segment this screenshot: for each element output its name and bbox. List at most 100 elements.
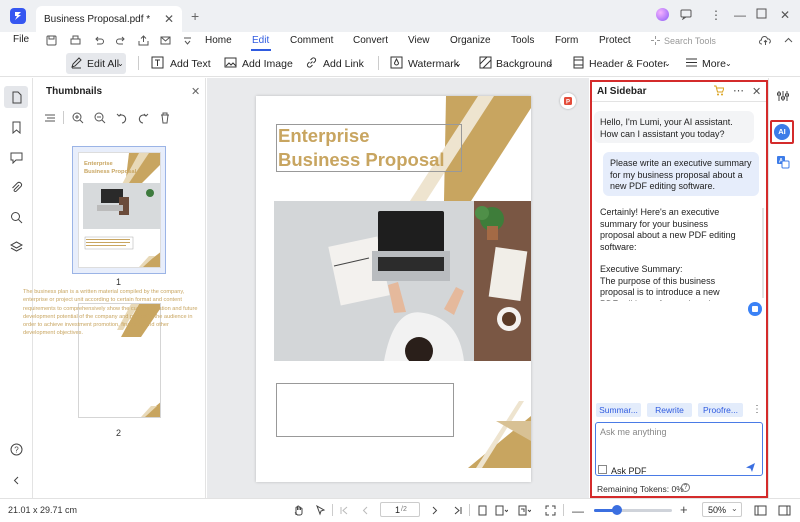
- single-page-view-icon[interactable]: [477, 505, 488, 516]
- ai-close-icon[interactable]: ✕: [752, 85, 761, 98]
- search-icon[interactable]: [10, 211, 23, 224]
- menu-view[interactable]: View: [408, 35, 430, 46]
- menu-file[interactable]: File: [13, 34, 29, 45]
- page-thumbnail-icon[interactable]: [10, 91, 23, 104]
- add-text-icon[interactable]: [151, 56, 164, 69]
- chips-more-icon[interactable]: ⋮: [752, 404, 762, 415]
- thumb-options-icon[interactable]: [44, 112, 56, 124]
- menu-home[interactable]: Home: [205, 35, 232, 46]
- fullscreen-icon[interactable]: [545, 505, 556, 516]
- add-link-button[interactable]: Add Link: [323, 58, 364, 70]
- zoom-out-status-icon[interactable]: —: [572, 504, 584, 518]
- tab-close-icon[interactable]: ✕: [164, 12, 174, 26]
- pdf-page[interactable]: Enterprise Business Proposal: [256, 96, 531, 482]
- add-text-button[interactable]: Add Text: [170, 58, 211, 70]
- maximize-icon[interactable]: [756, 8, 767, 19]
- zoom-slider-handle[interactable]: [612, 505, 622, 515]
- header-footer-chevron-icon[interactable]: ⌄: [664, 59, 671, 68]
- ai-more-icon[interactable]: ⋯: [733, 84, 744, 97]
- ask-pdf-label[interactable]: Ask PDF: [611, 466, 647, 476]
- translate-icon[interactable]: A: [776, 155, 790, 169]
- delete-page-icon[interactable]: [159, 112, 171, 124]
- doc-title-line2[interactable]: Business Proposal: [278, 149, 445, 171]
- avatar[interactable]: [656, 8, 669, 21]
- new-tab-icon[interactable]: +: [191, 8, 199, 24]
- document-tab[interactable]: Business Proposal.pdf * ✕: [36, 6, 182, 32]
- header-footer-button[interactable]: Header & Footer: [589, 58, 667, 70]
- background-button[interactable]: Background: [496, 58, 552, 70]
- doc-title-line1[interactable]: Enterprise: [278, 125, 370, 147]
- menu-organize[interactable]: Organize: [450, 35, 491, 46]
- redo-icon[interactable]: [116, 35, 127, 46]
- more-tools-icon[interactable]: [685, 56, 698, 69]
- layers-icon[interactable]: [10, 241, 23, 254]
- background-chevron-icon[interactable]: ⌄: [547, 59, 554, 68]
- undo-icon[interactable]: [93, 35, 104, 46]
- watermark-chevron-icon[interactable]: ⌄: [455, 59, 462, 68]
- next-page-icon[interactable]: [429, 505, 440, 516]
- zoom-chevron-icon[interactable]: ⌄: [731, 504, 738, 513]
- header-footer-icon[interactable]: [572, 56, 585, 69]
- add-link-icon[interactable]: [305, 56, 318, 69]
- ai-scroll-bottom-icon[interactable]: [748, 302, 762, 316]
- rotate-left-icon[interactable]: [116, 112, 128, 124]
- menu-edit[interactable]: Edit: [252, 35, 269, 46]
- zoom-in-icon[interactable]: [72, 112, 84, 124]
- ai-assistant-float-icon[interactable]: P: [560, 93, 576, 109]
- send-icon[interactable]: [745, 462, 756, 473]
- select-tool-icon[interactable]: [315, 505, 326, 516]
- message-icon[interactable]: [680, 8, 692, 20]
- close-window-icon[interactable]: ✕: [780, 8, 790, 22]
- tokens-help-icon[interactable]: ?: [681, 483, 690, 492]
- prev-page-icon[interactable]: [360, 505, 371, 516]
- attachment-icon[interactable]: [10, 181, 23, 194]
- mail-icon[interactable]: [160, 35, 171, 46]
- comment-icon[interactable]: [10, 151, 23, 164]
- hand-tool-icon[interactable]: [293, 505, 304, 516]
- bookmark-icon[interactable]: [10, 121, 23, 134]
- watermark-icon[interactable]: [390, 56, 403, 69]
- doc-paragraph[interactable]: The business plan is a written material …: [23, 288, 199, 338]
- edit-all-chevron-icon[interactable]: ⌄: [117, 59, 124, 68]
- ask-pdf-checkbox[interactable]: [598, 465, 607, 474]
- zoom-out-icon[interactable]: [94, 112, 106, 124]
- theme-toggle-icon[interactable]: [754, 505, 767, 516]
- cart-icon[interactable]: [713, 85, 724, 96]
- help-icon[interactable]: ?: [10, 443, 23, 456]
- more-button[interactable]: More: [702, 58, 726, 70]
- add-image-button[interactable]: Add Image: [242, 58, 293, 70]
- collapse-left-icon[interactable]: [10, 474, 23, 487]
- watermark-button[interactable]: Watermark: [408, 58, 459, 70]
- thumbnails-close-icon[interactable]: ✕: [191, 85, 200, 98]
- properties-icon[interactable]: [777, 90, 789, 102]
- page-layout-icon[interactable]: [495, 505, 508, 516]
- fit-options-icon[interactable]: [518, 505, 531, 516]
- proofread-chip[interactable]: Proofre...: [698, 403, 743, 417]
- menu-protect[interactable]: Protect: [599, 35, 631, 46]
- menu-form[interactable]: Form: [555, 35, 578, 46]
- save-icon[interactable]: [46, 35, 57, 46]
- menu-convert[interactable]: Convert: [353, 35, 388, 46]
- last-page-icon[interactable]: [452, 505, 463, 516]
- collapse-ribbon-icon[interactable]: [783, 35, 794, 46]
- zoom-in-status-icon[interactable]: +: [680, 502, 688, 517]
- thumbnail-page-1[interactable]: Enterprise Business Proposal: [78, 152, 161, 268]
- first-page-icon[interactable]: [339, 505, 350, 516]
- print-icon[interactable]: [70, 35, 81, 46]
- search-tools-input[interactable]: Search Tools: [664, 36, 716, 46]
- paragraph-selection-box[interactable]: [276, 383, 454, 437]
- background-icon[interactable]: [479, 56, 492, 69]
- quick-menu-icon[interactable]: [182, 35, 193, 46]
- rewrite-chip[interactable]: Rewrite: [647, 403, 692, 417]
- menu-tools[interactable]: Tools: [511, 35, 534, 46]
- share-icon[interactable]: [138, 35, 149, 46]
- minimize-icon[interactable]: —: [734, 8, 746, 22]
- split-view-icon[interactable]: [778, 505, 791, 516]
- ai-sidebar-toggle-icon[interactable]: AI: [774, 124, 790, 140]
- more-menu-icon[interactable]: ⋮: [710, 8, 722, 22]
- summarize-chip[interactable]: Summar...: [596, 403, 641, 417]
- add-image-icon[interactable]: [224, 56, 237, 69]
- menu-comment[interactable]: Comment: [290, 35, 333, 46]
- rotate-right-icon[interactable]: [137, 112, 149, 124]
- cover-photo-laptop[interactable]: [274, 201, 531, 361]
